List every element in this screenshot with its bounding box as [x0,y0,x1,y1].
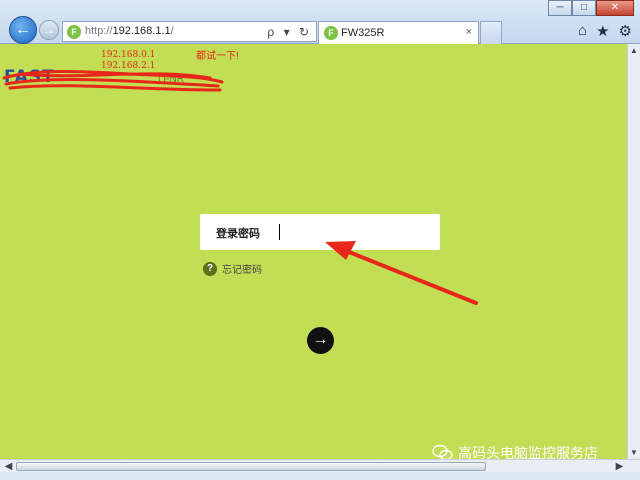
new-tab-button[interactable] [480,21,502,44]
wechat-icon [432,444,453,459]
window-controls: ─ □ ✕ [548,0,634,16]
horizontal-scroll-thumb[interactable] [16,462,486,471]
scroll-down-icon[interactable]: ▼ [628,446,640,459]
command-icons: ⌂ ★ ⚙ [578,22,632,40]
back-button[interactable]: ← [9,16,37,44]
site-favicon-icon: F [67,25,81,39]
red-pointer-arrow [325,241,478,305]
address-bar[interactable]: F http://192.168.1.1/ ρ ▾ ↻ [62,21,317,42]
url-host: 192.168.1.1 [112,25,171,37]
watermark-text: 高码头电脑监控服务店 [458,445,598,459]
horizontal-scrollbar[interactable]: ◀ ▶ [0,459,640,472]
home-icon[interactable]: ⌂ [578,22,587,40]
gear-icon[interactable]: ⚙ [619,22,632,40]
url-protocol: http:// [85,25,113,37]
minimize-button[interactable]: ─ [548,0,572,16]
forward-arrow-icon: → [43,23,55,37]
tab-title: FW325R [341,27,385,39]
url-path: / [170,25,174,37]
favorites-star-icon[interactable]: ★ [596,22,609,40]
maximize-button[interactable]: □ [572,0,596,16]
vertical-scrollbar[interactable]: ▲ ▼ [627,44,640,459]
wechat-watermark: 高码头电脑监控服务店 [432,443,598,459]
tab-favicon-icon: F [324,26,338,40]
close-window-button[interactable]: ✕ [596,0,634,16]
url-text[interactable]: http://192.168.1.1/ [85,25,174,37]
back-arrow-icon: ← [15,21,31,38]
browser-toolbar: ─ □ ✕ ← → F http://192.168.1.1/ ρ ▾ ↻ F … [0,0,640,44]
router-login-page: 192.168.0.1 192.168.2.1 都试一下! FAST | FNR… [0,44,627,459]
tab-fw325r[interactable]: F FW325R × [318,21,479,44]
status-bar [0,472,640,480]
forward-button[interactable]: → [39,20,59,40]
scroll-up-icon[interactable]: ▲ [628,44,640,57]
tab-close-icon[interactable]: × [466,26,472,38]
address-tools-icons[interactable]: ρ ▾ ↻ [267,25,312,39]
